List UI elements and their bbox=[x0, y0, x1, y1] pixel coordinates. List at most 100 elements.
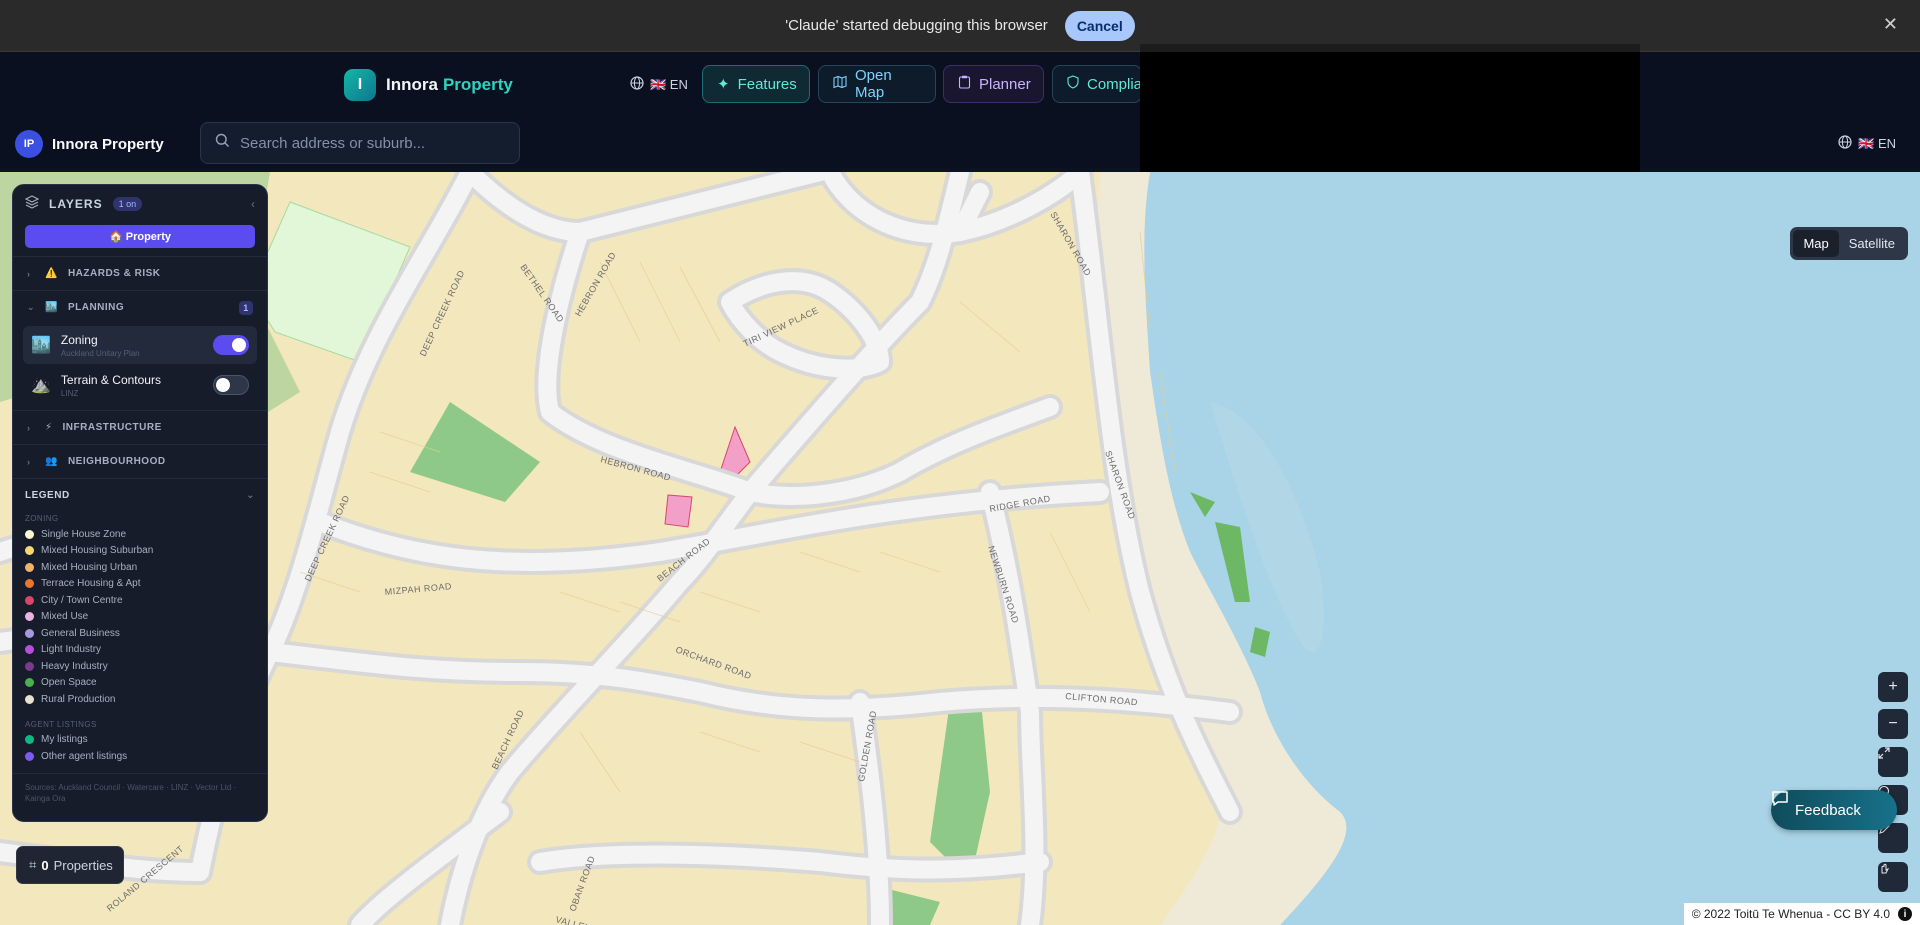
nav-features-label: Features bbox=[737, 75, 797, 93]
chevron-right-icon: › bbox=[27, 422, 31, 433]
legend-item: Mixed Housing Urban bbox=[13, 559, 267, 576]
legend-swatch bbox=[25, 562, 34, 572]
layer-zoning[interactable]: 🏙️ Zoning Auckland Unitary Plan bbox=[23, 326, 257, 364]
lightning-icon: ⚡ bbox=[45, 422, 53, 433]
legend-item: Mixed Housing Suburban bbox=[13, 543, 267, 560]
zoning-toggle[interactable] bbox=[213, 335, 249, 355]
legend-item: Light Industry bbox=[13, 642, 267, 659]
search-icon bbox=[215, 133, 230, 153]
section-planning-label: PLANNING bbox=[67, 302, 125, 313]
legend-label: Rural Production bbox=[41, 693, 116, 705]
language-selector-right[interactable]: 🇬🇧 EN bbox=[1838, 135, 1896, 152]
terrain-toggle[interactable] bbox=[213, 375, 249, 395]
debug-message: 'Claude' started debugging this browser bbox=[785, 17, 1048, 34]
close-icon[interactable]: ✕ bbox=[1883, 14, 1898, 35]
sparkle-icon: ✦ bbox=[717, 76, 730, 93]
legend-label: Mixed Use bbox=[41, 611, 89, 623]
road-label: DEEP CREEK ROAD bbox=[418, 269, 467, 358]
legend-item: Mixed Use bbox=[13, 609, 267, 626]
fullscreen-icon[interactable] bbox=[1878, 747, 1908, 777]
globe-icon bbox=[1838, 135, 1852, 152]
layer-source: Auckland Unitary Plan bbox=[60, 348, 140, 358]
section-hazards[interactable]: › ⚠️ HAZARDS & RISK bbox=[13, 256, 267, 290]
shield-icon bbox=[1067, 75, 1079, 93]
nav-planner-label: Planner bbox=[979, 75, 1031, 93]
search-box[interactable] bbox=[200, 122, 520, 164]
language-selector[interactable]: 🇬🇧 EN bbox=[630, 76, 688, 93]
brand-name: Innora bbox=[386, 75, 438, 94]
map-canvas[interactable]: SHARON ROAD BETHEL ROAD HEBRON ROAD TIRI… bbox=[0, 172, 1920, 925]
road-label: VALLEY bbox=[554, 914, 592, 925]
locate-icon[interactable] bbox=[1878, 862, 1908, 892]
legend-swatch bbox=[25, 628, 34, 638]
nav-compliance-label: Complia bbox=[1087, 75, 1142, 93]
layers-panel-header[interactable]: LAYERS 1 on ‹ bbox=[13, 185, 267, 223]
legend-swatch bbox=[25, 661, 34, 671]
legend-item: Rural Production bbox=[13, 691, 267, 708]
clipboard-icon bbox=[958, 75, 971, 93]
language-label: 🇬🇧 EN bbox=[650, 76, 688, 92]
nav-planner[interactable]: Planner bbox=[943, 65, 1044, 103]
legend-swatch bbox=[25, 529, 34, 539]
properties-count: 0 bbox=[41, 857, 49, 873]
legend-label: Single House Zone bbox=[41, 528, 127, 540]
legend-group-listings: AGENT LISTINGS bbox=[25, 719, 97, 729]
chevron-right-icon: › bbox=[27, 456, 31, 467]
zoning-legend-list: Single House Zone Mixed Housing Suburban M… bbox=[13, 526, 267, 708]
legend-item: Heavy Industry bbox=[13, 658, 267, 675]
nav-open-map[interactable]: Open Map bbox=[818, 65, 936, 103]
chevron-left-icon[interactable]: ‹ bbox=[251, 197, 255, 211]
legend-label: My listings bbox=[41, 734, 88, 746]
legend-swatch bbox=[25, 579, 34, 589]
avatar: IP bbox=[15, 130, 43, 158]
section-hazards-label: HAZARDS & RISK bbox=[67, 268, 161, 279]
nav-features[interactable]: ✦ Features bbox=[702, 65, 810, 103]
legend-label: Mixed Housing Urban bbox=[41, 561, 138, 573]
app-name: Innora Property bbox=[52, 135, 164, 153]
zoning-icon: 🏙️ bbox=[31, 337, 51, 354]
info-icon[interactable]: i bbox=[1898, 907, 1912, 921]
road-label: ORCHARD ROAD bbox=[674, 644, 753, 681]
feedback-button[interactable]: Feedback bbox=[1771, 790, 1897, 830]
legend-item: My listings bbox=[13, 732, 267, 749]
section-planning[interactable]: ⌄ 🏙️ PLANNING 1 bbox=[13, 290, 267, 324]
people-icon: 👥 bbox=[45, 456, 58, 467]
legend-swatch bbox=[25, 546, 34, 556]
layers-icon bbox=[24, 194, 40, 214]
legend-label: Mixed Housing Suburban bbox=[41, 545, 154, 557]
chevron-right-icon: › bbox=[27, 268, 31, 279]
zoom-out-icon[interactable]: − bbox=[1878, 709, 1908, 739]
nav-open-map-label: Open Map bbox=[855, 67, 892, 101]
zoom-in-icon[interactable]: + bbox=[1878, 672, 1908, 702]
legend-item: Terrace Housing & Apt bbox=[13, 576, 267, 593]
legend-group-zoning: ZONING bbox=[25, 514, 59, 523]
section-neighbourhood[interactable]: › 👥 NEIGHBOURHOOD bbox=[13, 444, 267, 478]
properties-count-chip[interactable]: ⌗ 0 Properties bbox=[16, 846, 124, 884]
property-filter-button[interactable]: 🏠 Property bbox=[25, 225, 255, 248]
map-view-button[interactable]: Map bbox=[1793, 230, 1839, 257]
brand-logo: I bbox=[344, 69, 376, 101]
listings-legend-list: My listings Other agent listings bbox=[13, 732, 267, 765]
legend-item: General Business bbox=[13, 625, 267, 642]
legend-label: Heavy Industry bbox=[41, 660, 108, 672]
layers-panel: LAYERS 1 on ‹ 🏠 Property › ⚠️ HAZARDS & … bbox=[12, 184, 268, 822]
section-infrastructure[interactable]: › ⚡ INFRASTRUCTURE bbox=[13, 410, 267, 444]
layers-title: LAYERS bbox=[49, 197, 103, 211]
legend-label: Light Industry bbox=[41, 644, 102, 656]
mixed-use-parcel-2 bbox=[664, 494, 693, 528]
feedback-label: Feedback bbox=[1795, 801, 1861, 819]
mountain-icon: ⛰️ bbox=[31, 377, 51, 394]
satellite-view-button[interactable]: Satellite bbox=[1839, 230, 1905, 257]
site-brand[interactable]: I Innora Property bbox=[344, 69, 513, 101]
legend-label: Other agent listings bbox=[41, 750, 128, 762]
layer-terrain[interactable]: ⛰️ Terrain & Contours LINZ bbox=[23, 366, 257, 404]
legend-swatch bbox=[25, 694, 34, 704]
overlay-top-strip bbox=[1140, 44, 1640, 52]
cancel-debug-button[interactable]: Cancel bbox=[1064, 10, 1135, 41]
app-header-brand[interactable]: IP Innora Property bbox=[15, 130, 164, 158]
data-sources: Sources: Auckland Council · Watercare · … bbox=[13, 772, 267, 812]
search-input[interactable] bbox=[240, 134, 500, 152]
nav-compliance[interactable]: Complia bbox=[1052, 65, 1142, 103]
legend-label: City / Town Centre bbox=[41, 594, 123, 606]
legend-header[interactable]: LEGEND ⌄ bbox=[13, 478, 267, 512]
